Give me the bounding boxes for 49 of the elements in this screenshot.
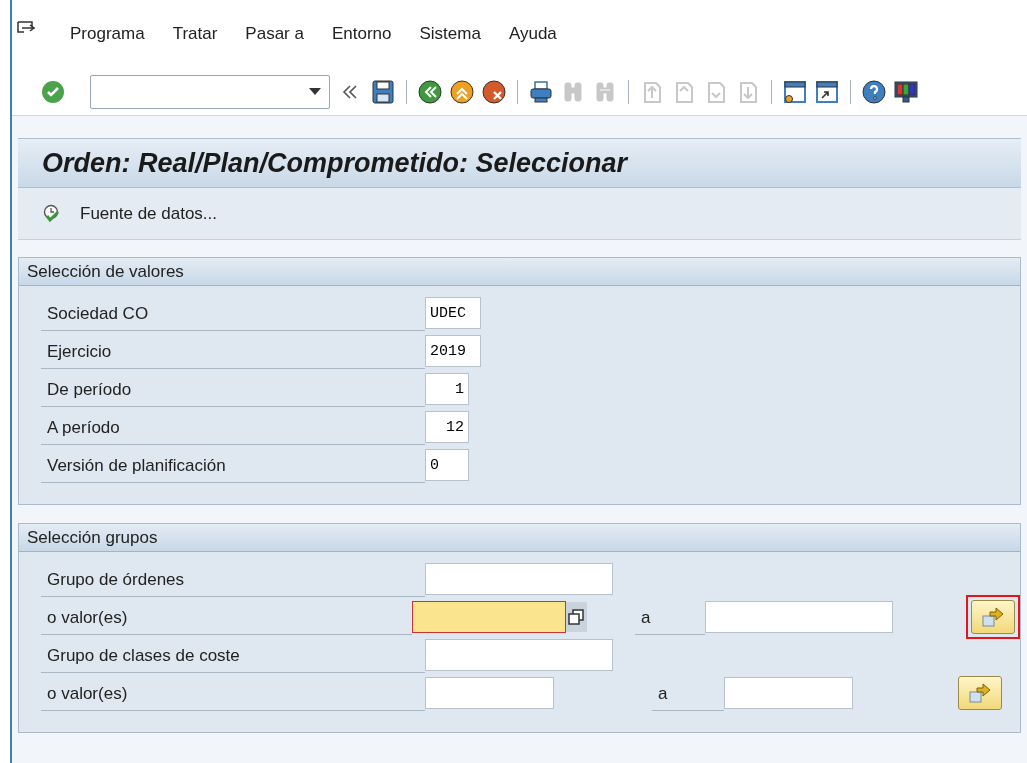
range-label: a (635, 599, 705, 635)
cancel-icon[interactable] (481, 78, 507, 105)
menu-item[interactable]: Entorno (331, 21, 392, 47)
input-field[interactable]: 0 (425, 449, 469, 481)
screen-title: Orden: Real/Plan/Comprometido: Seleccionar (18, 138, 1021, 188)
menu-item[interactable]: Tratar (172, 21, 218, 47)
collapse-icon[interactable] (342, 84, 358, 99)
back-icon[interactable] (417, 78, 443, 105)
field-label: o valor(es) (41, 675, 425, 711)
menu-item[interactable]: Programa (70, 21, 145, 47)
menu-item[interactable]: Ayuda (508, 21, 557, 47)
field-label: Grupo de clases de coste (41, 637, 425, 673)
command-field[interactable] (90, 74, 330, 109)
monitor-icon[interactable] (893, 78, 919, 105)
save-icon[interactable] (370, 78, 396, 105)
input-field[interactable] (425, 563, 613, 595)
check-icon[interactable] (42, 80, 64, 103)
shortcut-icon[interactable] (814, 78, 840, 105)
exit-icon[interactable] (449, 78, 475, 105)
help-icon[interactable] (861, 78, 887, 105)
clock-check-icon (42, 203, 62, 224)
input-field[interactable] (425, 677, 554, 709)
arrow-icon (981, 606, 1005, 628)
input-field[interactable]: UDEC (425, 297, 481, 329)
arrow-icon (968, 682, 992, 704)
printer-icon[interactable] (528, 78, 554, 105)
input-field[interactable]: 12 (425, 411, 469, 443)
field-label: Grupo de órdenes (41, 561, 425, 597)
dropdown-icon[interactable] (309, 87, 321, 96)
data-source-button[interactable]: Fuente de datos... (74, 198, 224, 229)
field-label: A período (41, 409, 425, 445)
field-label: o valor(es) (41, 599, 412, 635)
field-label: Ejercicio (41, 333, 425, 369)
group-box-title: Selección de valores (27, 260, 184, 283)
field-label: De período (41, 371, 425, 407)
input-field[interactable] (704, 601, 893, 633)
input-field[interactable]: 2019 (425, 335, 481, 367)
input-field[interactable] (411, 601, 566, 633)
menu-item[interactable]: Sistema (419, 21, 481, 47)
input-field[interactable] (724, 677, 853, 709)
input-field[interactable]: 1 (425, 373, 469, 405)
multiple-selection-button[interactable] (958, 676, 1002, 710)
field-label: Sociedad CO (41, 295, 425, 331)
copy-icon[interactable] (565, 602, 587, 632)
menu-item[interactable]: Pasar a (245, 21, 304, 47)
new-window-icon[interactable] (782, 78, 808, 105)
field-label: Versión de planificación (41, 447, 425, 483)
group-box-title: Selección grupos (27, 526, 158, 549)
input-field[interactable] (425, 639, 613, 671)
